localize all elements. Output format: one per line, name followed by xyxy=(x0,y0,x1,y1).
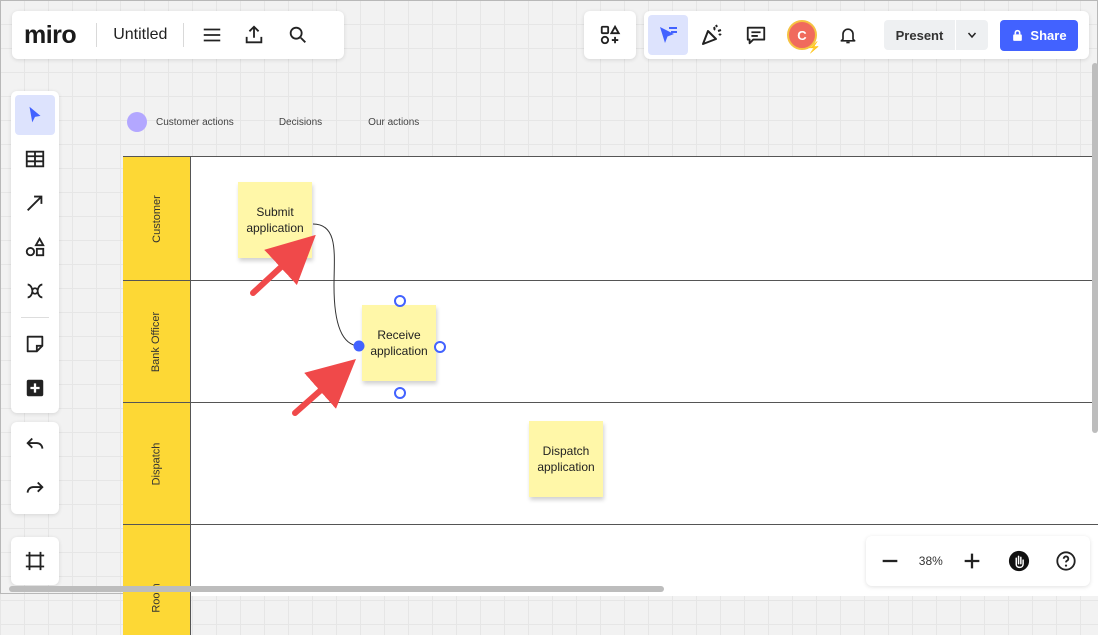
lock-icon xyxy=(1013,29,1023,41)
comments-button[interactable] xyxy=(736,15,776,55)
sticky-text: Dispatch application xyxy=(537,444,595,474)
table-icon xyxy=(25,150,45,168)
reactions-button[interactable] xyxy=(692,15,732,55)
connection-handle-right[interactable] xyxy=(434,341,446,353)
plus-icon xyxy=(964,553,980,569)
connection-handle-bottom[interactable] xyxy=(394,387,406,399)
search-button[interactable] xyxy=(280,17,316,53)
search-icon xyxy=(290,26,307,43)
legend-item[interactable]: Our actions xyxy=(368,117,419,128)
connection-handle-top[interactable] xyxy=(394,295,406,307)
help-icon xyxy=(1056,551,1076,571)
connection-line-tool[interactable] xyxy=(15,183,55,223)
legend: Customer actions Decisions Our actions xyxy=(127,112,464,132)
zoom-level[interactable]: 38% xyxy=(919,554,943,568)
zoom-out-button[interactable] xyxy=(872,543,908,579)
cursor-filter-icon xyxy=(660,27,677,43)
plus-square-icon xyxy=(26,379,44,397)
table-tool[interactable] xyxy=(15,139,55,179)
hamburger-icon xyxy=(204,28,221,42)
undo-redo-panel xyxy=(11,422,59,514)
redo-icon xyxy=(26,481,44,493)
shapes-tool[interactable] xyxy=(15,227,55,267)
sticky-text: Receive application xyxy=(370,328,428,358)
collaboration-toolbar: C ⚡ Present Share xyxy=(644,11,1089,59)
cursor-tools-button[interactable] xyxy=(648,15,688,55)
frames-button[interactable] xyxy=(11,537,59,585)
undo-icon xyxy=(26,437,44,449)
miro-logo[interactable]: miro xyxy=(24,21,77,50)
vertical-scrollbar[interactable] xyxy=(1092,63,1098,433)
mind-map-tool[interactable] xyxy=(15,271,55,311)
apps-button[interactable] xyxy=(584,11,636,59)
chevron-down-icon xyxy=(967,32,977,39)
lane-label[interactable]: Customer xyxy=(123,157,191,280)
board-title[interactable]: Untitled xyxy=(113,26,167,44)
present-split-button: Present xyxy=(884,20,988,50)
creation-toolbar xyxy=(11,91,59,413)
avatar: C ⚡ xyxy=(787,20,821,54)
present-button[interactable]: Present xyxy=(884,28,955,43)
arrow-line-icon xyxy=(27,195,43,211)
share-label: Share xyxy=(1030,27,1067,43)
undo-button[interactable] xyxy=(15,424,55,464)
bell-icon xyxy=(840,28,856,44)
sticky-note-submit[interactable]: Submit application xyxy=(238,182,312,258)
lane-label[interactable]: Dispatch xyxy=(123,403,191,524)
user-avatar-button[interactable]: C ⚡ xyxy=(782,15,822,55)
sticky-note-dispatch[interactable]: Dispatch application xyxy=(529,421,603,497)
select-tool[interactable] xyxy=(15,95,55,135)
lightning-icon: ⚡ xyxy=(807,42,821,54)
legend-dot[interactable] xyxy=(127,112,147,132)
lane-label[interactable]: Bank Officer xyxy=(123,281,191,402)
shapes-icon xyxy=(25,236,45,257)
export-button[interactable] xyxy=(236,17,272,53)
hand-tool-button[interactable] xyxy=(1001,543,1037,579)
board-header: miro Untitled xyxy=(12,11,344,59)
avatar-initial: C xyxy=(797,27,807,43)
apps-shapes-icon xyxy=(600,24,621,45)
horizontal-scrollbar[interactable] xyxy=(9,586,664,592)
cursor-icon xyxy=(29,106,41,123)
legend-item[interactable]: Customer actions xyxy=(156,117,234,128)
lane-dispatch[interactable]: Dispatch xyxy=(123,403,1098,525)
sticky-note-icon xyxy=(26,335,44,353)
hand-icon xyxy=(1009,550,1030,572)
divider xyxy=(183,23,185,47)
sticky-note-tool[interactable] xyxy=(15,324,55,364)
help-button[interactable] xyxy=(1048,543,1084,579)
menu-button[interactable] xyxy=(194,17,230,53)
notifications-button[interactable] xyxy=(828,15,868,55)
comment-icon xyxy=(746,26,766,45)
minus-icon xyxy=(882,559,897,563)
frame-icon xyxy=(25,551,45,571)
sticky-note-receive[interactable]: Receive application xyxy=(362,305,436,381)
legend-item[interactable]: Decisions xyxy=(279,117,322,128)
sticky-text: Submit application xyxy=(246,205,304,235)
toolbar-divider xyxy=(21,317,49,318)
share-button[interactable]: Share xyxy=(1000,19,1078,51)
divider xyxy=(96,23,98,47)
upload-icon xyxy=(246,25,263,44)
zoom-in-button[interactable] xyxy=(954,543,990,579)
zoom-controls: 38% xyxy=(866,536,1090,586)
mind-map-icon xyxy=(27,283,43,299)
lane-bank-officer[interactable]: Bank Officer xyxy=(123,281,1098,403)
lane-label[interactable]: Room xyxy=(123,525,191,635)
redo-button[interactable] xyxy=(15,468,55,508)
party-popper-icon xyxy=(702,24,722,45)
more-tools-button[interactable] xyxy=(15,368,55,408)
present-options-button[interactable] xyxy=(955,20,988,50)
